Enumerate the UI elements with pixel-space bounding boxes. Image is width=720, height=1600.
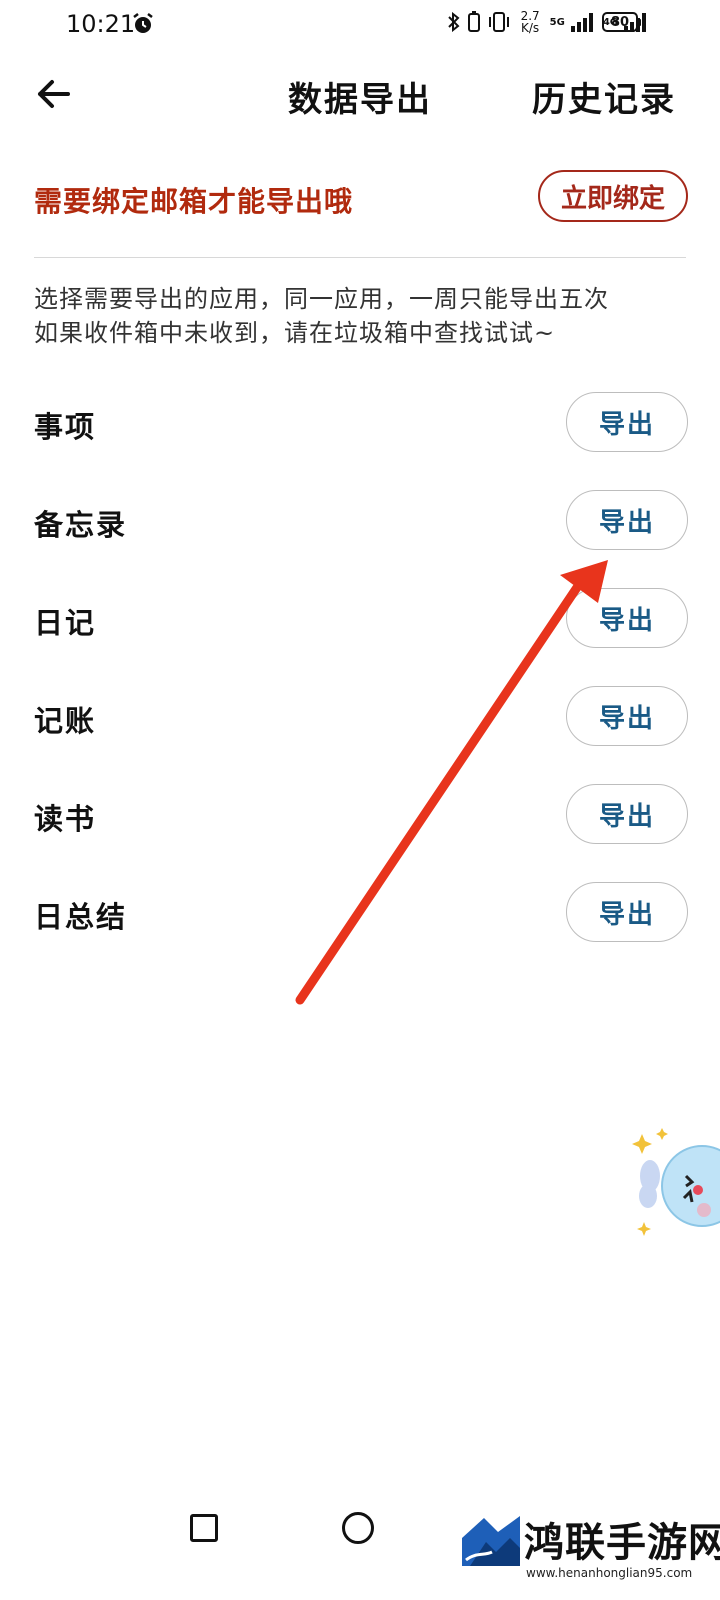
vibrate-icon <box>488 12 509 32</box>
app-name: 日记 <box>34 606 97 640</box>
app-row-diary: 日记 导出 <box>34 588 688 686</box>
top-bar: 数据导出 历史记录 <box>0 60 720 130</box>
hint-line: 如果收件箱中未收到，请在垃圾箱中查找试试~ <box>34 319 556 347</box>
status-time: 10:21 <box>66 10 136 38</box>
watermark-url: www.henanhonglian95.com <box>526 1566 693 1580</box>
watermark-title: 鸿联手游网 <box>524 1520 720 1566</box>
export-button[interactable]: 导出 <box>566 784 688 844</box>
app-row-memo: 备忘录 导出 <box>34 490 688 588</box>
export-button[interactable]: 导出 <box>566 882 688 942</box>
app-row-daily-summary: 日总结 导出 <box>34 882 688 980</box>
bluetooth-icon <box>447 12 460 32</box>
app-name: 记账 <box>34 704 97 738</box>
export-button[interactable]: 导出 <box>566 490 688 550</box>
app-row-accounting: 记账 导出 <box>34 686 688 784</box>
export-hint: 选择需要导出的应用，同一应用，一周只能导出五次 如果收件箱中未收到，请在垃圾箱中… <box>34 282 694 350</box>
network-type-1: 5G <box>549 16 565 28</box>
watermark: 鸿联手游网 www.henanhonglian95.com <box>462 1508 720 1600</box>
app-name: 备忘录 <box>34 508 128 542</box>
signal-icon <box>570 13 593 32</box>
bind-email-message: 需要绑定邮箱才能导出哦 <box>34 185 354 218</box>
recent-apps-button[interactable] <box>190 1514 218 1542</box>
alarm-clock-icon <box>133 13 153 33</box>
app-name: 日总结 <box>34 900 128 934</box>
network-speed: 2.7 K/s <box>521 10 540 34</box>
bind-now-button[interactable]: 立即绑定 <box>538 170 688 222</box>
export-button[interactable]: 导出 <box>566 392 688 452</box>
app-name: 读书 <box>34 802 97 836</box>
home-button[interactable] <box>342 1512 374 1544</box>
floating-assistant-sticker[interactable] <box>632 1124 720 1244</box>
app-name: 事项 <box>34 410 97 444</box>
watermark-logo-icon <box>462 1508 520 1566</box>
battery-icon: 80 <box>602 12 641 32</box>
export-button[interactable]: 导出 <box>566 686 688 746</box>
app-row-reading: 读书 导出 <box>34 784 688 882</box>
status-bar: 10:21 2.7 K/s 5G 4G 80 <box>0 0 720 50</box>
app-list: 事项 导出 备忘录 导出 日记 导出 记账 导出 读书 导出 日总结 导出 <box>34 392 688 980</box>
app-row-tasks: 事项 导出 <box>34 392 688 490</box>
battery-saver-icon <box>467 11 480 32</box>
export-button[interactable]: 导出 <box>566 588 688 648</box>
bind-email-banner: 需要绑定邮箱才能导出哦 立即绑定 <box>34 168 688 228</box>
history-link[interactable]: 历史记录 <box>532 72 676 121</box>
hint-line: 选择需要导出的应用，同一应用，一周只能导出五次 <box>34 285 609 313</box>
divider <box>34 257 686 258</box>
speed-unit: K/s <box>521 21 540 35</box>
